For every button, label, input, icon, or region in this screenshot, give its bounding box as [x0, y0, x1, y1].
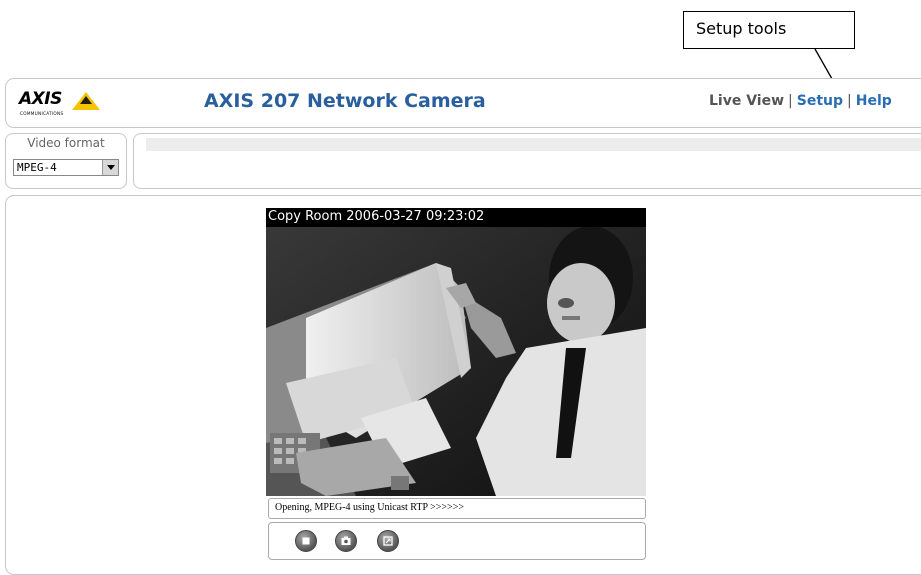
panel-strip [146, 138, 921, 151]
video-overlay: Copy Room 2006-03-27 09:23:02 [266, 208, 646, 227]
chevron-down-icon[interactable] [102, 160, 118, 175]
stop-icon [302, 537, 310, 545]
stop-button[interactable] [295, 530, 317, 552]
axis-logo[interactable]: AXIS COMMUNICATIONS [19, 89, 100, 121]
camera-image [266, 208, 646, 496]
logo-text: AXIS [19, 89, 62, 109]
logo-subtext: COMMUNICATIONS [20, 111, 64, 116]
video-overlay-text: Copy Room 2006-03-27 09:23:02 [268, 209, 485, 224]
nav-help-link[interactable]: Help [856, 93, 892, 109]
callout-label: Setup tools [696, 19, 787, 38]
nav-separator: | [788, 93, 793, 109]
stream-status-text: Opening, MPEG-4 using Unicast RTP >>>>>> [275, 502, 464, 513]
camera-header: AXIS COMMUNICATIONS AXIS 207 Network Cam… [5, 78, 921, 128]
setup-tools-callout: Setup tools [683, 11, 855, 49]
logo-triangle-icon [72, 92, 100, 110]
video-format-panel: Video format MPEG-4 [5, 133, 127, 189]
video-stream[interactable]: Copy Room 2006-03-27 09:23:02 [266, 208, 646, 496]
nav-live-view-link[interactable]: Live View [709, 93, 784, 109]
video-controls [268, 522, 646, 560]
nav-setup-link[interactable]: Setup [797, 93, 843, 109]
top-nav: Live View | Setup | Help [709, 93, 892, 109]
snapshot-button[interactable] [335, 530, 357, 552]
video-format-select[interactable]: MPEG-4 [13, 159, 119, 176]
snapshot-icon [341, 536, 351, 545]
page-title: AXIS 207 Network Camera [204, 90, 486, 112]
video-format-value: MPEG-4 [17, 161, 57, 174]
video-format-label: Video format [27, 136, 105, 150]
view-options-panel [133, 133, 921, 189]
view-full-screen-icon [383, 536, 393, 546]
view-full-screen-button[interactable] [377, 530, 399, 552]
stream-status-bar: Opening, MPEG-4 using Unicast RTP >>>>>> [268, 498, 646, 519]
nav-separator: | [847, 93, 852, 109]
